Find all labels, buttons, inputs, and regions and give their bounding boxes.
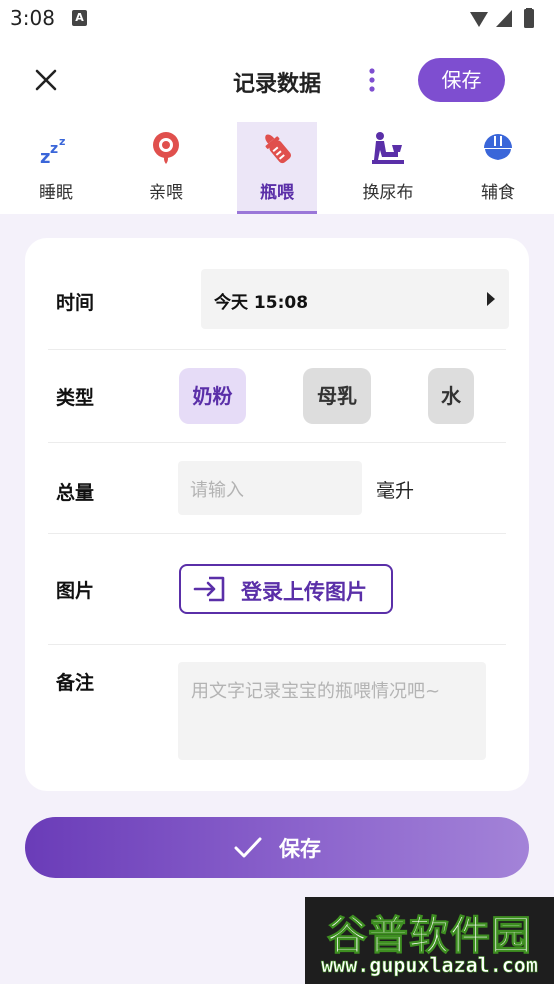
status-bar: 3:08 A — [0, 0, 554, 38]
amount-placeholder: 请输入 — [190, 480, 244, 501]
tab-label: 换尿布 — [362, 183, 414, 203]
check-icon — [234, 837, 262, 858]
image-label: 图片 — [56, 580, 95, 602]
header-area: 3:08 A 记录数据 保存 z z z 睡眠 亲喂 瓶喂 换尿布 辅食 — [0, 0, 554, 214]
sleep-zzz-icon: z z z — [40, 135, 65, 166]
time-value: 今天 15:08 — [214, 293, 309, 313]
note-label: 备注 — [56, 672, 95, 694]
caret-right-icon — [487, 292, 495, 306]
status-icons — [470, 8, 534, 28]
breastfeeding-icon — [153, 132, 179, 164]
more-options-icon[interactable] — [360, 64, 384, 96]
amount-label: 总量 — [56, 482, 95, 504]
bottle-feeding-form: 时间 今天 15:08 类型 奶粉 母乳 水 总量 请输入 毫升 图片 登录上传… — [25, 238, 529, 791]
tab-bottle[interactable]: 瓶喂 — [237, 122, 317, 214]
type-label: 类型 — [56, 387, 95, 409]
page-title: 记录数据 — [232, 72, 321, 97]
save-button[interactable]: 保存 — [25, 817, 529, 878]
type-option-formula[interactable]: 奶粉 — [179, 368, 246, 424]
note-input[interactable]: 用文字记录宝宝的瓶喂情况吧~ — [178, 662, 486, 760]
time-label: 时间 — [56, 292, 95, 314]
tab-label: 睡眠 — [39, 183, 73, 203]
time-picker[interactable]: 今天 15:08 — [201, 269, 509, 329]
svg-text:z: z — [59, 135, 65, 148]
close-icon[interactable] — [30, 64, 62, 96]
wifi-icon — [470, 12, 488, 27]
notification-a-icon: A — [72, 10, 87, 26]
tab-label: 辅食 — [481, 183, 515, 203]
amount-input[interactable]: 请输入 — [178, 461, 362, 515]
login-upload-image-button[interactable]: 登录上传图片 — [179, 564, 393, 614]
status-time: 3:08 — [10, 6, 55, 30]
svg-text:z: z — [50, 141, 58, 157]
upload-button-label: 登录上传图片 — [241, 580, 367, 604]
diaper-change-icon — [372, 132, 404, 164]
tab-breastfeeding[interactable]: 亲喂 — [126, 122, 206, 214]
login-arrow-icon — [193, 576, 225, 602]
amount-unit: 毫升 — [376, 480, 415, 502]
time-row: 时间 今天 15:08 — [48, 238, 509, 350]
watermark: 谷普软件园 www.gupuxlazal.com — [305, 897, 554, 984]
food-bowl-icon — [484, 134, 512, 160]
tab-label: 瓶喂 — [260, 183, 294, 203]
type-option-water[interactable]: 水 — [428, 368, 474, 424]
app-bar: 记录数据 保存 — [0, 50, 554, 110]
signal-icon — [496, 10, 512, 27]
tab-solid-food[interactable]: 辅食 — [458, 122, 538, 214]
tab-diaper[interactable]: 换尿布 — [348, 122, 428, 214]
battery-icon — [524, 9, 534, 28]
svg-text:z: z — [40, 147, 50, 166]
note-placeholder: 用文字记录宝宝的瓶喂情况吧~ — [191, 681, 441, 702]
type-option-breast-milk[interactable]: 母乳 — [303, 368, 371, 424]
watermark-url: www.gupuxlazal.com — [321, 953, 538, 978]
record-type-tabs: z z z 睡眠 亲喂 瓶喂 换尿布 辅食 — [0, 122, 554, 214]
baby-bottle-icon — [265, 134, 292, 164]
tab-label: 亲喂 — [149, 183, 183, 203]
save-button-label: 保存 — [279, 837, 321, 861]
top-save-button[interactable]: 保存 — [418, 58, 505, 102]
tab-sleep[interactable]: z z z 睡眠 — [16, 122, 96, 214]
